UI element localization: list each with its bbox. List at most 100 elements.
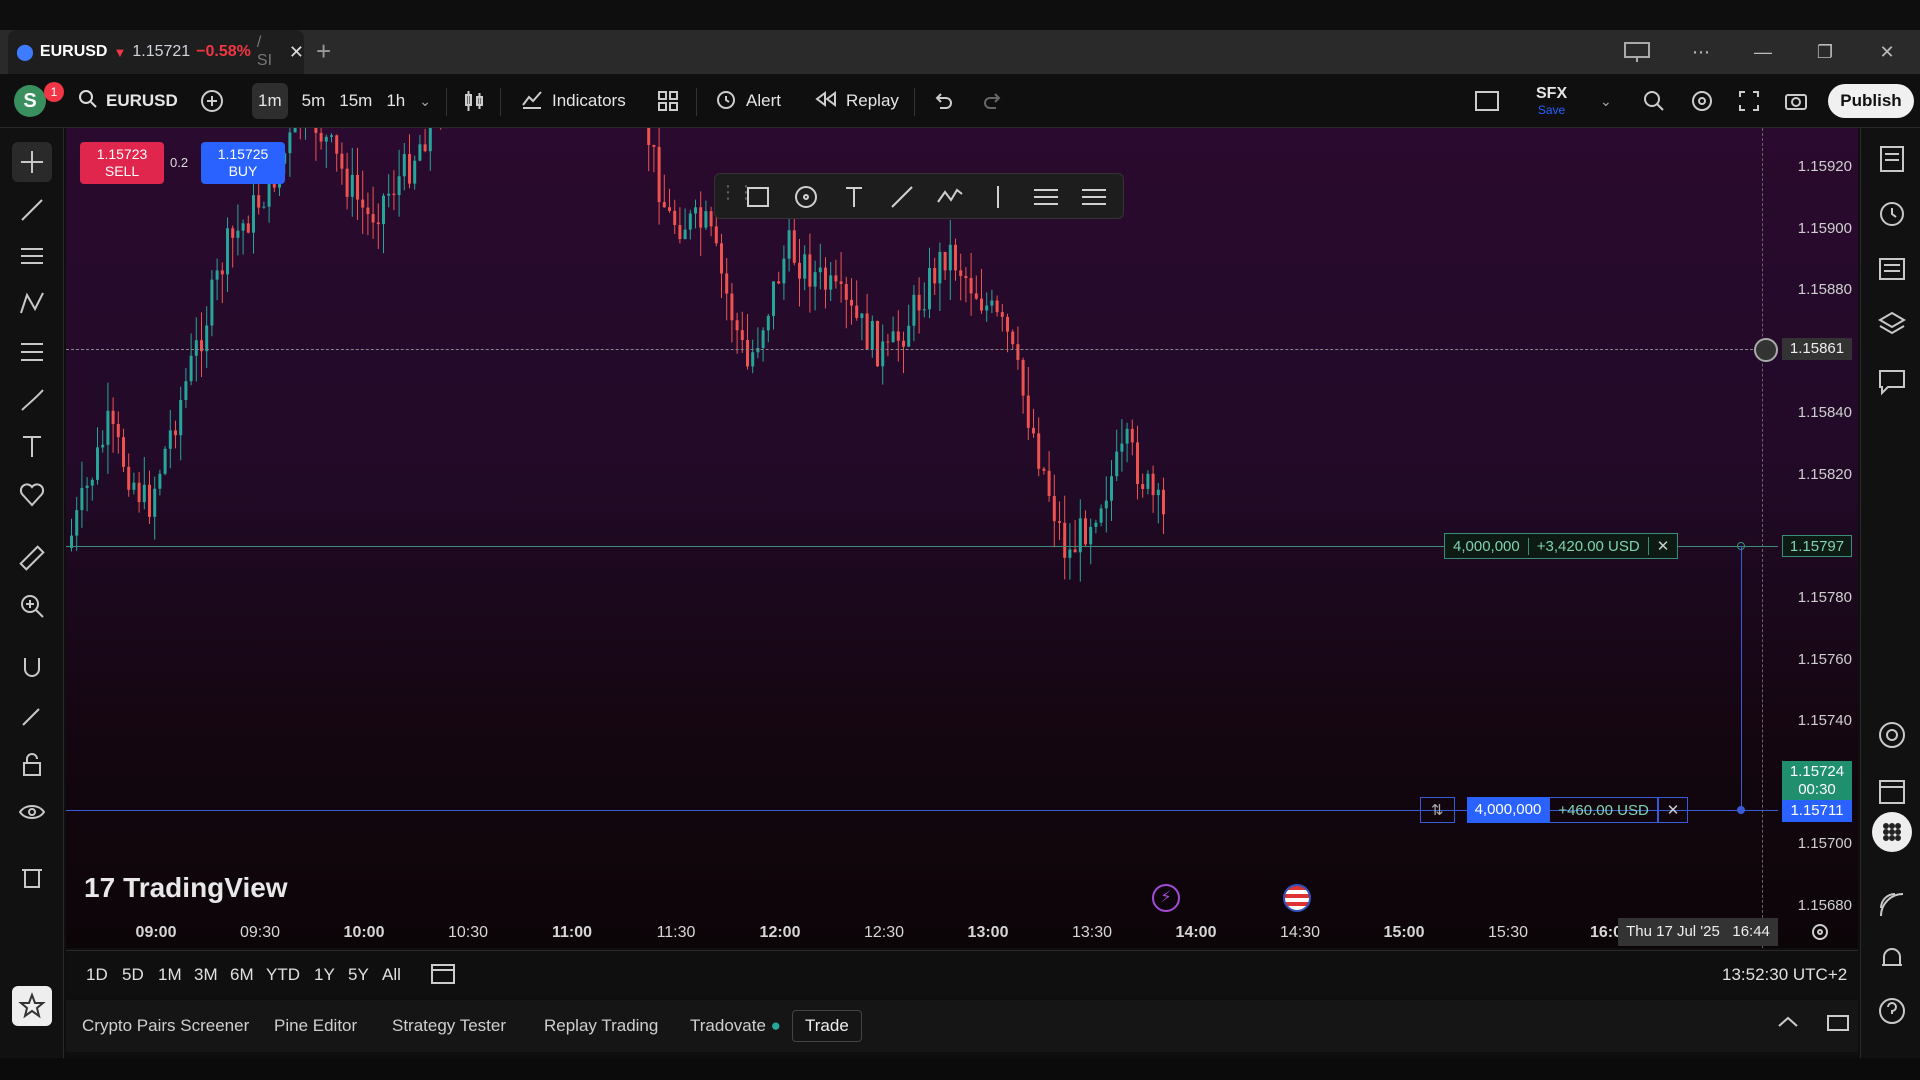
alert-button[interactable]: Alert xyxy=(714,74,781,128)
reverse-position-icon[interactable]: ⇅ xyxy=(1420,797,1455,823)
chat-icon[interactable] xyxy=(1875,364,1909,398)
close-tab-icon[interactable]: ✕ xyxy=(289,42,304,63)
target-icon[interactable] xyxy=(1875,718,1909,752)
price-axis[interactable]: 1.15920 1.15900 1.15880 1.15840 1.15820 … xyxy=(1778,128,1858,948)
avatar[interactable]: S 1 xyxy=(14,74,64,128)
tab-pine-editor[interactable]: Pine Editor xyxy=(274,1016,357,1036)
more-options-button[interactable]: ⋯ xyxy=(1686,38,1716,66)
compare-symbol-icon[interactable] xyxy=(200,74,224,128)
text-icon[interactable] xyxy=(839,182,869,212)
trash-icon[interactable] xyxy=(12,856,52,896)
quick-search-icon[interactable] xyxy=(1642,74,1666,128)
time-tick: 15:00 xyxy=(1383,924,1425,941)
range-ytd[interactable]: YTD xyxy=(266,965,300,985)
range-all[interactable]: All xyxy=(382,965,401,985)
drag-handle-icon[interactable]: ⋮⋮ xyxy=(719,182,755,212)
timeframe-1h[interactable]: 1h xyxy=(386,91,405,111)
axis-settings-icon[interactable] xyxy=(1810,922,1830,947)
pattern-icon[interactable] xyxy=(12,284,52,324)
line-tool-icon[interactable] xyxy=(887,182,917,212)
sell-button[interactable]: 1.15723 SELL xyxy=(80,142,164,184)
us-flag-event-icon[interactable] xyxy=(1283,884,1311,912)
tab-trade[interactable]: Trade xyxy=(792,1010,862,1042)
camera-icon[interactable] xyxy=(1784,74,1808,128)
clock-label[interactable]: 13:52:30 UTC+2 xyxy=(1722,965,1847,985)
short-position-icon[interactable] xyxy=(1079,182,1109,212)
maximize-panel-icon[interactable] xyxy=(1826,1012,1850,1039)
position-label-2[interactable]: ⇅ 4,000,000 +460.00 USD ✕ xyxy=(1420,797,1689,823)
bell-icon[interactable] xyxy=(1875,942,1909,976)
lock-icon[interactable] xyxy=(12,744,52,784)
eye-icon[interactable] xyxy=(12,792,52,832)
position-close-1[interactable]: ✕ xyxy=(1647,537,1678,555)
favorites-star-icon[interactable] xyxy=(12,986,52,1026)
close-window-button[interactable]: ✕ xyxy=(1872,38,1902,66)
long-position-icon[interactable] xyxy=(1031,182,1061,212)
layout-chevron-down-icon[interactable]: ⌄ xyxy=(1600,74,1612,128)
crosshair-add-icon[interactable] xyxy=(1754,338,1778,362)
symbol-search[interactable]: EURUSD xyxy=(78,74,178,128)
heart-icon[interactable] xyxy=(12,474,52,514)
range-1m[interactable]: 1M xyxy=(158,965,182,985)
settings-icon[interactable] xyxy=(1690,74,1714,128)
circle-tool-icon[interactable] xyxy=(791,182,821,212)
range-5y[interactable]: 5Y xyxy=(348,965,369,985)
path-tool-icon[interactable] xyxy=(935,182,965,212)
help-icon[interactable] xyxy=(1875,994,1909,1028)
apps-grid-icon[interactable] xyxy=(1872,812,1912,852)
flash-event-icon[interactable]: ⚡ xyxy=(1152,884,1180,912)
alerts-clock-icon[interactable] xyxy=(1875,196,1909,230)
horizontal-lines-icon[interactable] xyxy=(12,236,52,276)
range-5d[interactable]: 5D xyxy=(122,965,144,985)
chevron-down-icon[interactable]: ⌄ xyxy=(419,93,431,110)
timeframe-15m[interactable]: 15m xyxy=(339,91,372,111)
fullscreen-icon[interactable] xyxy=(1738,74,1760,128)
chevron-up-icon[interactable] xyxy=(1776,1012,1800,1037)
cast-icon[interactable] xyxy=(1622,38,1652,66)
chart-tab[interactable]: ⬤ EURUSD ▼ 1.15721 −0.58% / SI ✕ xyxy=(8,30,304,74)
position-close-2[interactable]: ✕ xyxy=(1657,797,1689,823)
date-range-icon[interactable] xyxy=(430,961,456,990)
fullscreen-layout-icon[interactable] xyxy=(1474,74,1500,128)
replay-button[interactable]: Replay xyxy=(814,74,899,128)
redo-icon[interactable] xyxy=(982,74,1004,128)
news-icon[interactable] xyxy=(1875,252,1909,286)
vertical-line-icon[interactable] xyxy=(983,182,1013,212)
layers-icon[interactable] xyxy=(1875,308,1909,342)
candle-type-icon[interactable] xyxy=(462,74,486,128)
publish-button[interactable]: Publish xyxy=(1828,84,1914,118)
magnet-icon[interactable] xyxy=(12,648,52,688)
undo-icon[interactable] xyxy=(932,74,954,128)
range-3m[interactable]: 3M xyxy=(194,965,218,985)
buy-button[interactable]: 1.15725 BUY xyxy=(201,142,285,184)
new-tab-button[interactable]: + xyxy=(316,36,331,67)
range-6m[interactable]: 6M xyxy=(230,965,254,985)
trend-line-icon[interactable] xyxy=(12,190,52,230)
tab-crypto-pairs-screener[interactable]: Crypto Pairs Screener xyxy=(82,1016,249,1036)
watchlist-icon[interactable] xyxy=(1875,142,1909,176)
timeframe-5m[interactable]: 5m xyxy=(302,91,326,111)
tab-tradovate[interactable]: Tradovate ● xyxy=(690,1016,781,1036)
tab-strategy-tester[interactable]: Strategy Tester xyxy=(392,1016,506,1036)
layouts-icon[interactable] xyxy=(656,74,680,128)
calendar-icon[interactable] xyxy=(1875,774,1909,808)
crosshair-icon[interactable] xyxy=(12,142,52,182)
rectangle-tool-icon[interactable] xyxy=(743,182,773,212)
position-anchor-2[interactable] xyxy=(1737,806,1745,814)
range-1d[interactable]: 1D xyxy=(86,965,108,985)
ruler-icon[interactable] xyxy=(12,538,52,578)
indicators-button[interactable]: Indicators xyxy=(520,74,626,128)
zoom-in-icon[interactable] xyxy=(12,586,52,626)
fib-retracement-icon[interactable] xyxy=(12,332,52,372)
signal-feed-icon[interactable] xyxy=(1875,888,1909,922)
restore-button[interactable]: ❐ xyxy=(1810,38,1840,66)
position-label-1[interactable]: 4,000,000 +3,420.00 USD ✕ xyxy=(1444,533,1679,559)
brush-icon[interactable] xyxy=(12,380,52,420)
pencil-lock-icon[interactable] xyxy=(12,696,52,736)
layout-save[interactable]: SFX Save xyxy=(1536,74,1567,128)
text-tool-icon[interactable] xyxy=(12,426,52,466)
minimize-button[interactable]: — xyxy=(1748,38,1778,66)
tab-replay-trading[interactable]: Replay Trading xyxy=(544,1016,658,1036)
timeframe-1m[interactable]: 1m xyxy=(252,83,288,119)
range-1y[interactable]: 1Y xyxy=(314,965,335,985)
